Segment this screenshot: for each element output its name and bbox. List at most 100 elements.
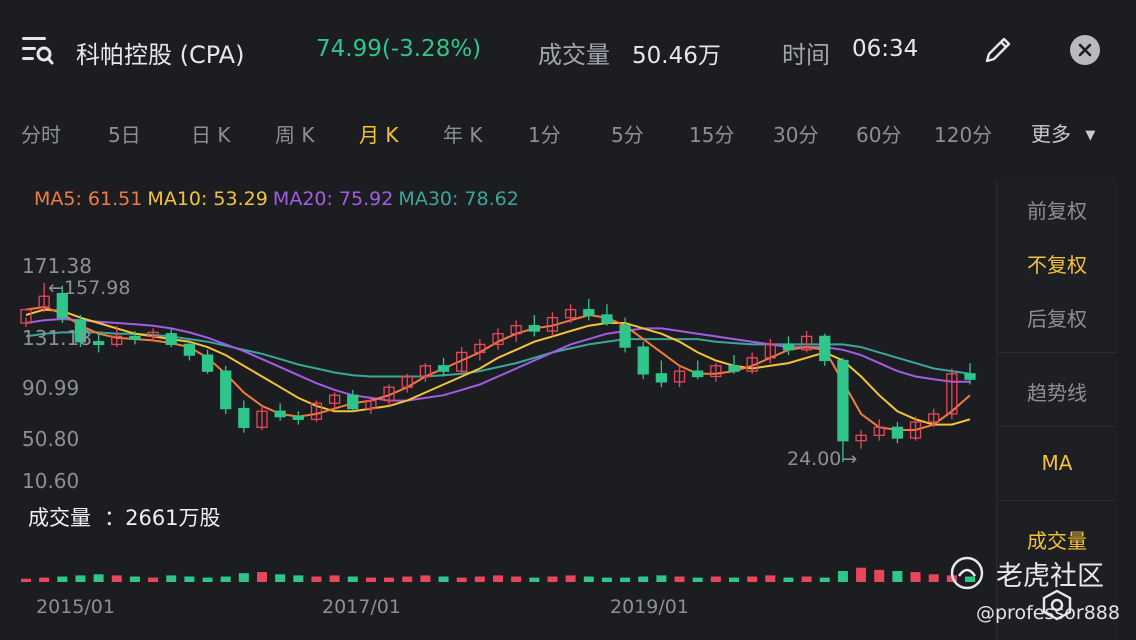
- volume-bar: [111, 575, 122, 582]
- watermark-handle: @professor888: [976, 602, 1120, 624]
- tiger-logo-icon: [950, 556, 984, 590]
- candle-down: [238, 407, 250, 428]
- volume-bar: [656, 575, 667, 582]
- volume-bar: [674, 576, 685, 582]
- ma-option[interactable]: MA: [997, 451, 1117, 475]
- candle-down: [891, 426, 904, 439]
- ma20-value: MA20: 75.92: [272, 188, 394, 210]
- candle-down: [655, 373, 668, 383]
- y-tick-1: 171.38: [22, 254, 92, 278]
- adjust-backward[interactable]: 后复权: [997, 303, 1117, 332]
- candle-down: [637, 346, 649, 375]
- volume-value: 50.46万: [632, 43, 721, 69]
- ma10-value: MA10: 53.29: [147, 188, 268, 210]
- tab-month-k[interactable]: 月 K: [359, 119, 398, 148]
- candle-down: [782, 343, 795, 351]
- y-tick-4: 50.80: [22, 427, 80, 451]
- candle-down: [583, 308, 595, 316]
- pencil-icon[interactable]: [982, 34, 1014, 66]
- volume-bar: [311, 576, 322, 582]
- volume-bar: [801, 576, 812, 582]
- candle-down: [92, 341, 105, 346]
- volume-bar: [438, 576, 449, 582]
- volume-bar: [583, 576, 594, 582]
- tab-more-label: 更多: [1031, 122, 1071, 146]
- x-tick-2: 2017/01: [322, 596, 401, 618]
- volume-bar: [892, 571, 903, 582]
- volume-bar: [729, 577, 739, 582]
- candlestick-chart[interactable]: [0, 240, 996, 630]
- tab-1min[interactable]: 1分: [528, 119, 561, 148]
- volume-bar: [365, 577, 376, 582]
- tab-week-k[interactable]: 周 K: [275, 119, 314, 148]
- volume-bar: [402, 576, 413, 582]
- volume-bar: [347, 576, 358, 582]
- candle-down: [201, 354, 214, 372]
- y-tick-2: 131.18: [22, 326, 92, 350]
- volume-bar: [456, 577, 467, 582]
- volume-bar: [93, 574, 104, 582]
- volume-bar: [39, 577, 50, 582]
- tab-30min[interactable]: 30分: [773, 119, 818, 148]
- y-tick-3: 90.99: [22, 376, 80, 400]
- high-annotation: ←157.98: [48, 277, 131, 299]
- ma30-value: MA30: 78.62: [398, 188, 519, 210]
- volume-bar: [21, 578, 31, 582]
- candle-down: [837, 359, 849, 442]
- volume-bar: [329, 575, 340, 582]
- menu-search-icon[interactable]: [20, 34, 54, 66]
- candle-down: [437, 365, 450, 372]
- tab-year-k[interactable]: 年 K: [443, 119, 482, 148]
- volume-bar: [184, 576, 195, 582]
- divider: [997, 426, 1117, 427]
- volume-bar: [166, 575, 177, 582]
- tab-day-k[interactable]: 日 K: [191, 119, 230, 148]
- ma5-line: [25, 305, 971, 431]
- volume-bar: [257, 572, 267, 582]
- volume-bar: [384, 577, 395, 582]
- tab-15min[interactable]: 15分: [689, 119, 734, 148]
- volume-bar: [75, 575, 86, 582]
- volume-option[interactable]: 成交量: [997, 525, 1117, 554]
- stock-name: 科帕控股 (CPA): [76, 41, 245, 69]
- volume-bar: [129, 576, 140, 582]
- candle-down: [129, 335, 141, 340]
- adjust-forward[interactable]: 前复权: [997, 195, 1117, 224]
- tab-5min[interactable]: 5分: [611, 119, 644, 148]
- volume-title-label: 成交量: [28, 506, 91, 530]
- volume-bar: [148, 577, 159, 582]
- x-tick-3: 2019/01: [610, 596, 689, 618]
- tab-120min[interactable]: 120分: [934, 119, 992, 148]
- adjust-none[interactable]: 不复权: [997, 249, 1117, 278]
- volume-bar: [238, 573, 249, 582]
- ma5-value: MA5: 61.51: [34, 188, 143, 210]
- volume-bar: [620, 577, 631, 582]
- ma-legend: MA5: 61.51 MA10: 53.29 MA20: 75.92 MA30:…: [34, 188, 519, 210]
- volume-title: 成交量 ：2661万股: [28, 502, 221, 532]
- candle-down: [692, 370, 704, 378]
- time-value: 06:34: [852, 36, 919, 62]
- volume-bar: [819, 577, 830, 582]
- volume-bar: [293, 575, 304, 582]
- tab-minute[interactable]: 分时: [21, 119, 61, 148]
- tab-more[interactable]: 更多 ▼: [1031, 118, 1095, 147]
- volume-bar: [511, 576, 522, 582]
- candle-down: [601, 314, 613, 324]
- volume-bar: [837, 571, 848, 582]
- trendline-option[interactable]: 趋势线: [997, 377, 1117, 406]
- volume-bar: [493, 575, 503, 582]
- tab-60min[interactable]: 60分: [856, 119, 901, 148]
- close-icon[interactable]: [1070, 35, 1100, 65]
- candle-down: [347, 394, 359, 410]
- volume-bar: [747, 576, 758, 582]
- volume-bar: [874, 569, 885, 582]
- candle-down: [220, 370, 232, 410]
- x-tick-1: 2015/01: [36, 596, 115, 618]
- tab-5day[interactable]: 5日: [108, 119, 141, 148]
- volume-bar: [638, 576, 649, 582]
- candle-down: [183, 343, 196, 356]
- candle-down: [619, 325, 631, 348]
- volume-label: 成交量: [538, 41, 610, 69]
- candle-down: [728, 365, 740, 372]
- volume-bar: [275, 574, 286, 582]
